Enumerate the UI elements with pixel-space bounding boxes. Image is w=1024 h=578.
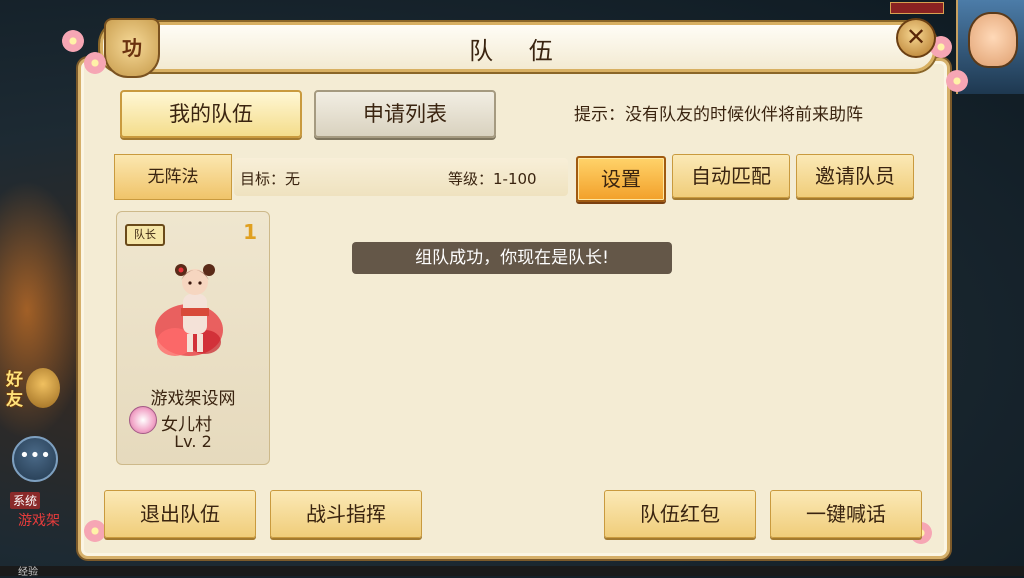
auto-match-button[interactable]: 自动匹配 — [672, 154, 790, 198]
exp-bar: 经验 — [0, 566, 1024, 578]
flower-decoration-icon — [946, 70, 968, 92]
flower-decoration-icon — [62, 30, 84, 52]
team-level-range: 等级：1-100 — [448, 170, 537, 188]
battle-command-button[interactable]: 战斗指挥 — [270, 490, 422, 538]
chat-bubble-icon: ••• — [19, 445, 51, 466]
system-message: 游戏架 — [18, 513, 60, 529]
title-bar: 队 伍 — [100, 22, 936, 72]
team-target: 目标：无 — [240, 170, 301, 188]
flower-decoration-icon — [84, 52, 106, 74]
slot-number: 1 — [243, 220, 257, 244]
school-emblem-icon — [129, 406, 157, 434]
hint-text: 提示：没有队友的时候伙伴将前来助阵 — [574, 105, 863, 125]
badge-text: 功 — [122, 36, 142, 60]
invite-member-button[interactable]: 邀请队员 — [796, 154, 914, 198]
team-info-bar: 目标：无 等级：1-100 — [234, 158, 568, 196]
formation-button[interactable]: 无阵法 — [114, 154, 232, 200]
system-tag: 系统 — [10, 492, 41, 509]
chat-button[interactable]: ••• — [12, 436, 58, 482]
friends-button[interactable]: 好友 — [2, 362, 62, 416]
page-title: 队 伍 — [469, 37, 567, 65]
tab-application-list[interactable]: 申请列表 — [314, 90, 496, 138]
friends-label: 好友 — [6, 370, 23, 410]
toast-message: 组队成功，你现在是队长! — [352, 242, 672, 274]
avatar-face — [968, 12, 1018, 68]
tab-my-team[interactable]: 我的队伍 — [120, 90, 302, 138]
friends-icon — [26, 368, 60, 408]
member-level: Lv. 2 — [174, 432, 212, 451]
flower-decoration-icon — [84, 520, 106, 542]
one-click-shout-button[interactable]: 一键喊话 — [770, 490, 922, 538]
leader-tag: 队长 — [125, 224, 165, 246]
close-icon: ✕ — [905, 23, 927, 51]
settings-button[interactable]: 设置 — [576, 156, 666, 202]
character-portrait — [155, 264, 223, 356]
team-red-packet-button[interactable]: 队伍红包 — [604, 490, 756, 538]
exit-team-button[interactable]: 退出队伍 — [104, 490, 256, 538]
member-card[interactable]: 队长 1 游戏架设网 女儿村 Lv. 2 — [116, 211, 270, 465]
hp-bar — [890, 2, 944, 14]
activity-badge-icon[interactable]: 功 — [104, 18, 160, 78]
close-button[interactable]: ✕ — [896, 18, 936, 58]
